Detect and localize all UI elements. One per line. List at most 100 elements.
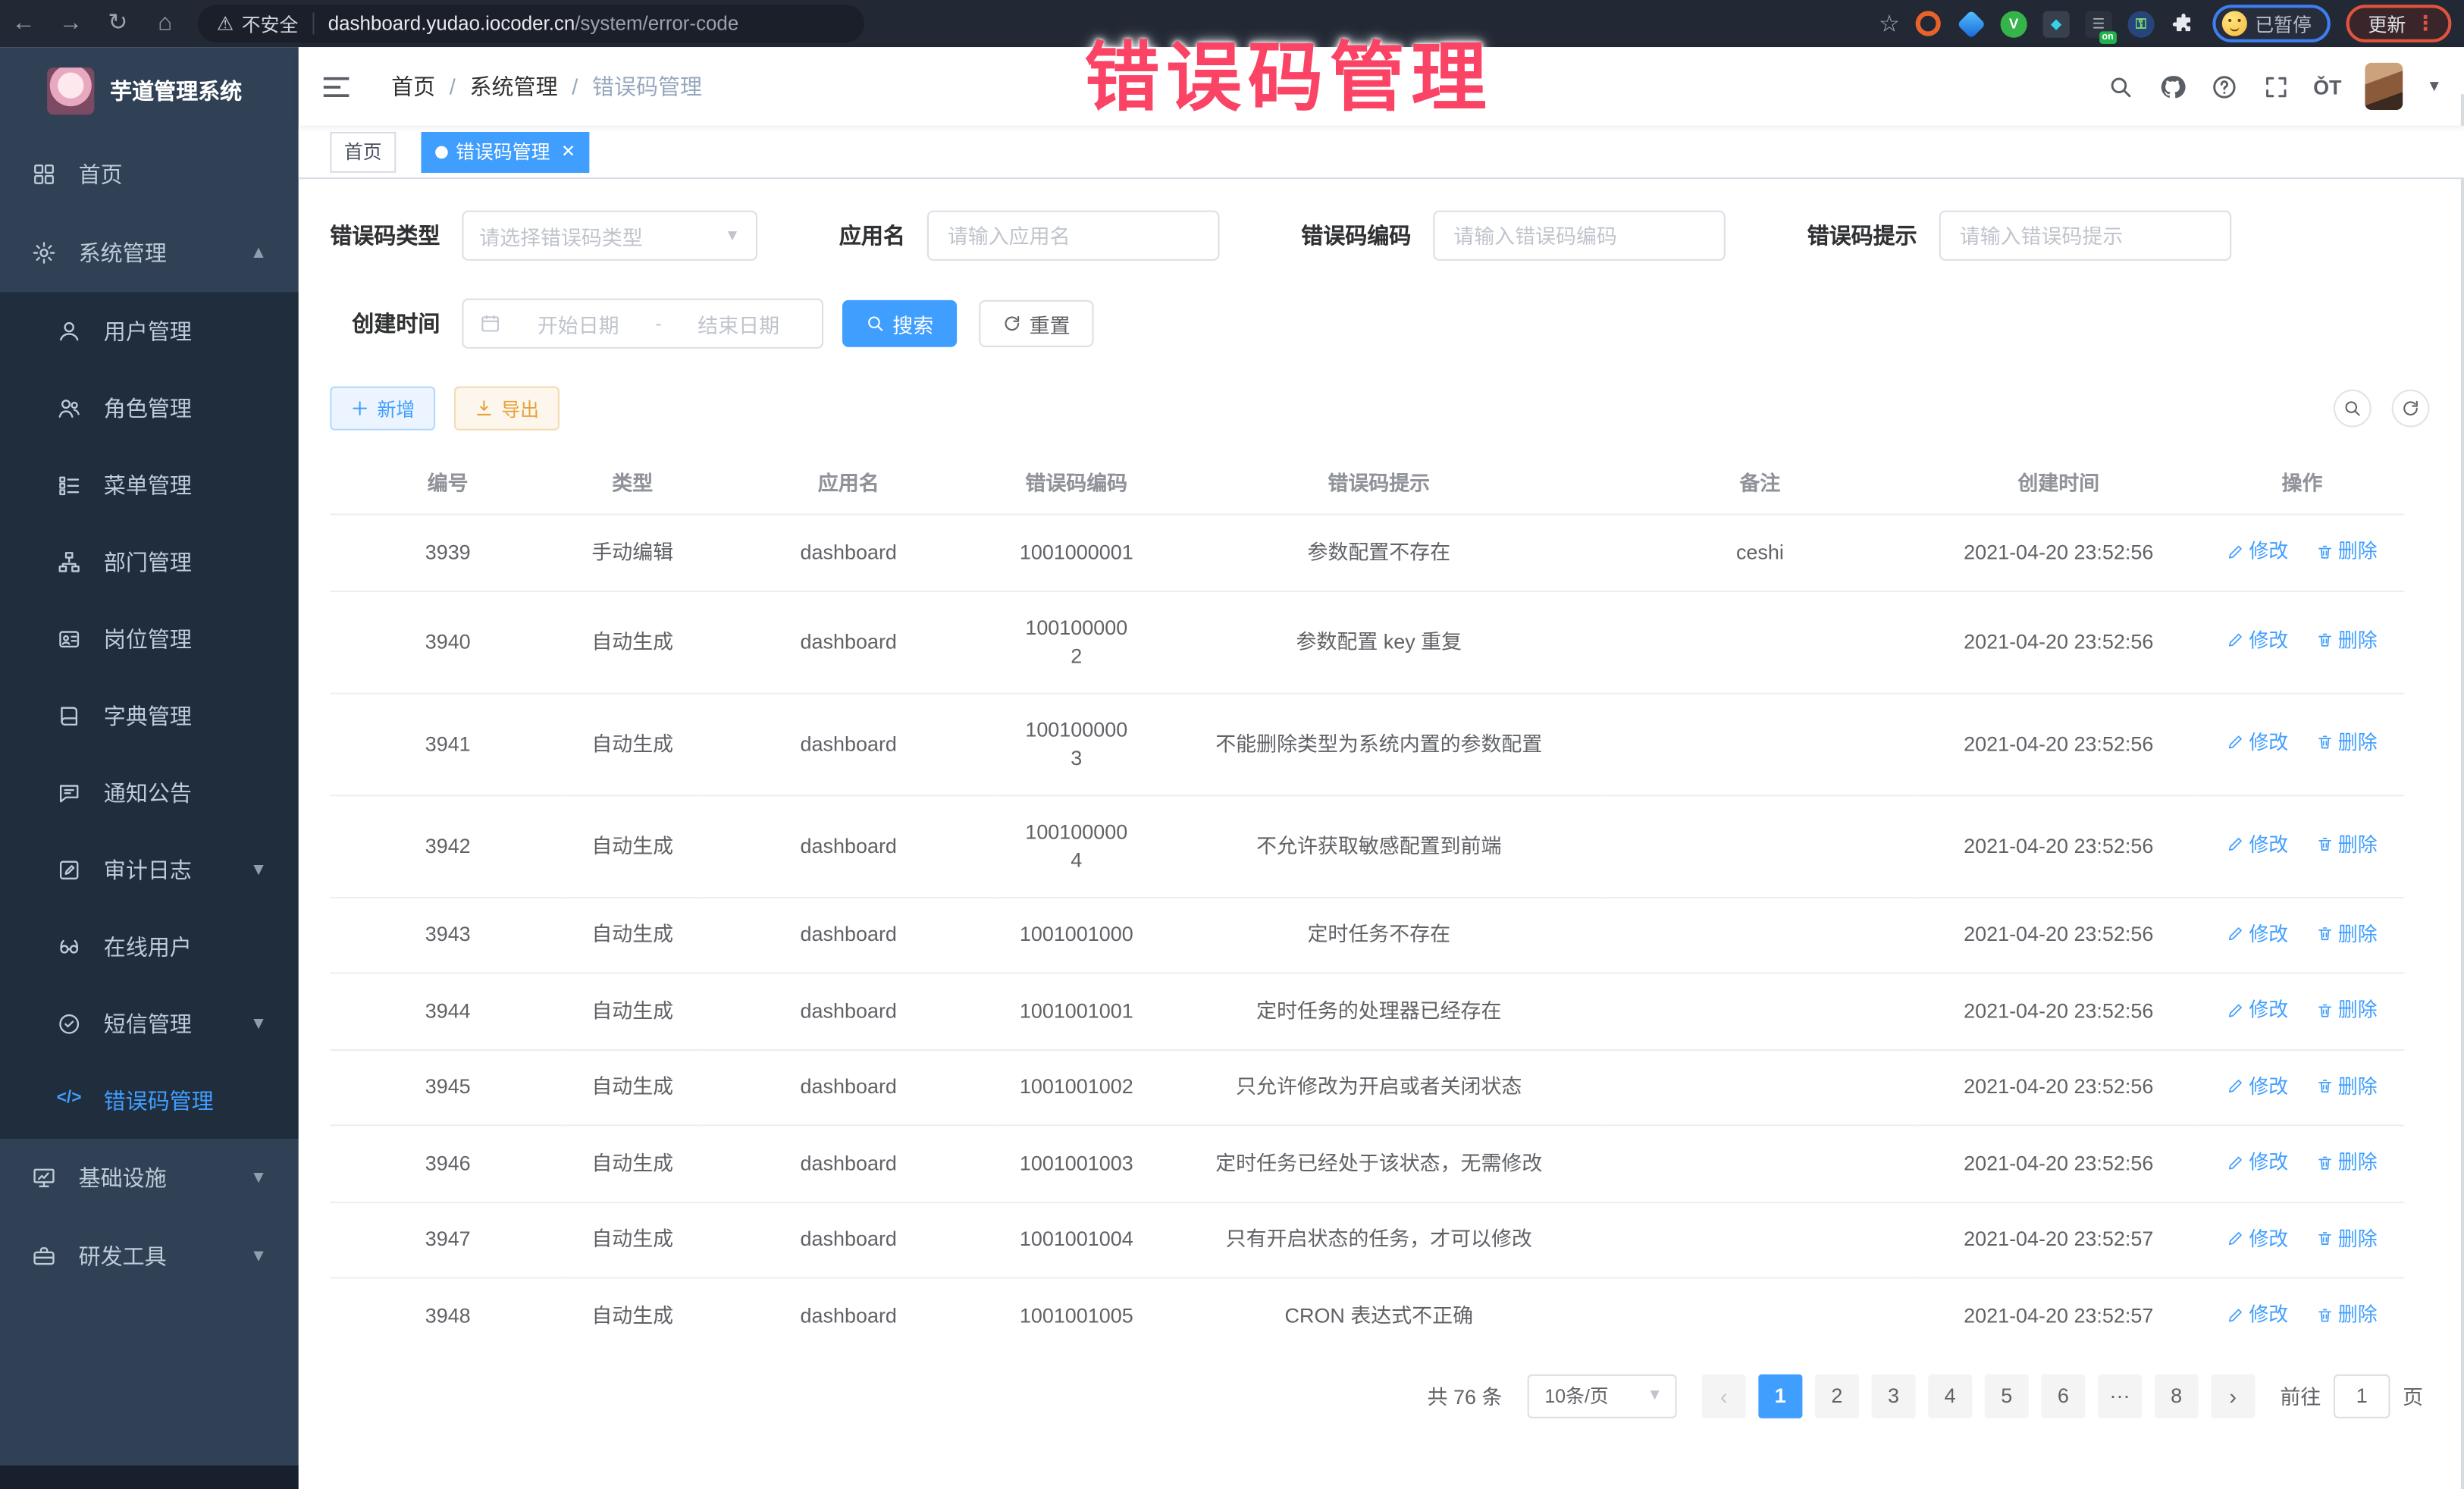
audit-log-icon	[57, 857, 82, 882]
search-icon[interactable]	[2105, 72, 2133, 100]
font-size-icon[interactable]: ǑT	[2313, 74, 2341, 98]
page-size-select[interactable]: 10条/页 ▼	[1528, 1374, 1677, 1418]
sidebar-item-announcements[interactable]: 通知公告	[0, 754, 299, 831]
cell-code: 1001001004	[998, 1202, 1155, 1277]
edit-link[interactable]: 修改	[2227, 1300, 2288, 1328]
page-button-4[interactable]: 4	[1928, 1374, 1972, 1418]
hamburger-icon[interactable]	[322, 74, 350, 98]
sidebar-item-posts[interactable]: 岗位管理	[0, 600, 299, 677]
refresh-icon[interactable]	[2392, 390, 2430, 428]
home-icon[interactable]: ⌂	[142, 0, 189, 47]
edit-link[interactable]: 修改	[2227, 1072, 2288, 1100]
sidebar-item-roles[interactable]: 角色管理	[0, 369, 299, 447]
extension-gem-icon[interactable]	[1958, 10, 1985, 36]
chevron-up-icon: ▲	[250, 243, 268, 262]
delete-link[interactable]: 删除	[2316, 538, 2378, 566]
delete-link[interactable]: 删除	[2316, 1224, 2378, 1252]
tab-error-code[interactable]: 错误码管理 ✕	[422, 131, 590, 172]
sidebar-item-dictionary[interactable]: 字典管理	[0, 677, 299, 754]
extension-v-icon[interactable]: V	[2000, 10, 2027, 36]
avatar-caret-icon[interactable]: ▼	[2426, 78, 2442, 96]
next-page-button[interactable]: ›	[2211, 1374, 2255, 1418]
browser-menu-kebab-icon[interactable]: ⋮	[2415, 11, 2436, 36]
page-button-5[interactable]: 5	[1985, 1374, 2029, 1418]
export-button[interactable]: 导出	[454, 387, 560, 431]
delete-link[interactable]: 删除	[2316, 920, 2378, 948]
extension-bars-icon[interactable]: ☰on	[2085, 10, 2111, 36]
breadcrumb-home[interactable]: 首页	[391, 71, 435, 102]
sidebar-item-system[interactable]: 系统管理 ▲	[0, 214, 299, 293]
sidebar-item-users[interactable]: 用户管理	[0, 292, 299, 369]
sidebar-item-menus[interactable]: 菜单管理	[0, 446, 299, 523]
error-code-type-select[interactable]: 请选择错误码类型 ▼	[462, 211, 757, 261]
sidebar-item-online-users[interactable]: 在线用户	[0, 908, 299, 985]
github-icon[interactable]	[2158, 72, 2186, 100]
delete-link[interactable]: 删除	[2316, 729, 2378, 757]
edit-link[interactable]: 修改	[2227, 830, 2288, 858]
sidebar-item-home[interactable]: 首页	[0, 135, 299, 214]
edit-link[interactable]: 修改	[2227, 920, 2288, 948]
sidebar-item-dev-tools[interactable]: 研发工具 ▼	[0, 1218, 299, 1296]
extension-orange-icon[interactable]	[1916, 10, 1942, 36]
help-icon[interactable]	[2209, 72, 2237, 100]
cell-id: 3946	[330, 1125, 566, 1201]
forward-icon[interactable]: →	[47, 0, 94, 47]
tab-close-icon[interactable]: ✕	[561, 141, 575, 161]
cell-type: 自动生成	[566, 1049, 699, 1125]
bookmark-star-icon[interactable]: ☆	[1879, 9, 1900, 37]
back-icon[interactable]: ←	[0, 0, 47, 47]
toggle-search-icon[interactable]	[2334, 390, 2372, 428]
sidebar-item-label: 通知公告	[104, 776, 192, 807]
delete-link[interactable]: 删除	[2316, 1072, 2378, 1100]
page-button-6[interactable]: 6	[2041, 1374, 2085, 1418]
browser-update-button[interactable]: 更新 ⋮	[2346, 5, 2452, 42]
cell-code: 1001001003	[998, 1125, 1155, 1201]
address-bar[interactable]: ⚠ 不安全 dashboard.yudao.iocoder.cn/system/…	[198, 5, 864, 42]
fullscreen-icon[interactable]	[2262, 72, 2290, 100]
sidebar-item-infrastructure[interactable]: 基础设施 ▼	[0, 1139, 299, 1218]
tab-home[interactable]: 首页	[330, 131, 396, 172]
sidebar-item-error-code[interactable]: </> 错误码管理	[0, 1061, 299, 1139]
edit-link[interactable]: 修改	[2227, 626, 2288, 654]
delete-link[interactable]: 删除	[2316, 1148, 2378, 1176]
user-avatar[interactable]	[2365, 63, 2403, 110]
cell-actions: 修改 删除	[2200, 973, 2404, 1049]
reset-button[interactable]: 重置	[979, 300, 1093, 347]
extensions-puzzle-icon[interactable]	[2170, 10, 2196, 36]
error-hint-input[interactable]	[1939, 211, 2232, 261]
delete-link[interactable]: 删除	[2316, 995, 2378, 1023]
edit-link[interactable]: 修改	[2227, 995, 2288, 1023]
sidebar-item-sms[interactable]: 短信管理 ▼	[0, 985, 299, 1062]
page-ellipsis[interactable]: ···	[2098, 1374, 2142, 1418]
breadcrumb-system[interactable]: 系统管理	[470, 71, 558, 102]
page-button-2[interactable]: 2	[1815, 1374, 1859, 1418]
page-button-8[interactable]: 8	[2155, 1374, 2199, 1418]
sidebar-item-audit-log[interactable]: 审计日志 ▼	[0, 831, 299, 908]
reload-icon[interactable]: ↻	[94, 0, 141, 47]
chevron-down-icon: ▼	[250, 860, 268, 879]
app-name-input[interactable]	[927, 211, 1220, 261]
extension-key-icon[interactable]: ⚿	[2127, 10, 2154, 36]
error-code-input[interactable]	[1433, 211, 1726, 261]
edit-link[interactable]: 修改	[2227, 538, 2288, 566]
delete-link[interactable]: 删除	[2316, 1300, 2378, 1328]
add-button[interactable]: 新增	[330, 387, 435, 431]
edit-link[interactable]: 修改	[2227, 729, 2288, 757]
edit-link[interactable]: 修改	[2227, 1148, 2288, 1176]
total-count-label: 共 76 条	[1428, 1381, 1503, 1410]
create-time-range-picker[interactable]: 开始日期 - 结束日期	[462, 299, 823, 349]
cell-id: 3939	[330, 514, 566, 590]
search-button[interactable]: 搜索	[842, 300, 957, 347]
create-time-label: 创建时间	[330, 308, 440, 339]
app-logo-row[interactable]: 芋道管理系统	[0, 47, 299, 135]
sidebar-item-departments[interactable]: 部门管理	[0, 523, 299, 600]
prev-page-button[interactable]: ‹	[1702, 1374, 1746, 1418]
extension-paused-pill[interactable]: 已暂停	[2212, 5, 2330, 42]
delete-link[interactable]: 删除	[2316, 626, 2378, 654]
page-button-3[interactable]: 3	[1872, 1374, 1916, 1418]
extension-grid-icon[interactable]: ◆	[2042, 10, 2069, 36]
goto-page-input[interactable]	[2334, 1374, 2390, 1418]
page-button-1[interactable]: 1	[1758, 1374, 1802, 1418]
edit-link[interactable]: 修改	[2227, 1224, 2288, 1252]
delete-link[interactable]: 删除	[2316, 830, 2378, 858]
